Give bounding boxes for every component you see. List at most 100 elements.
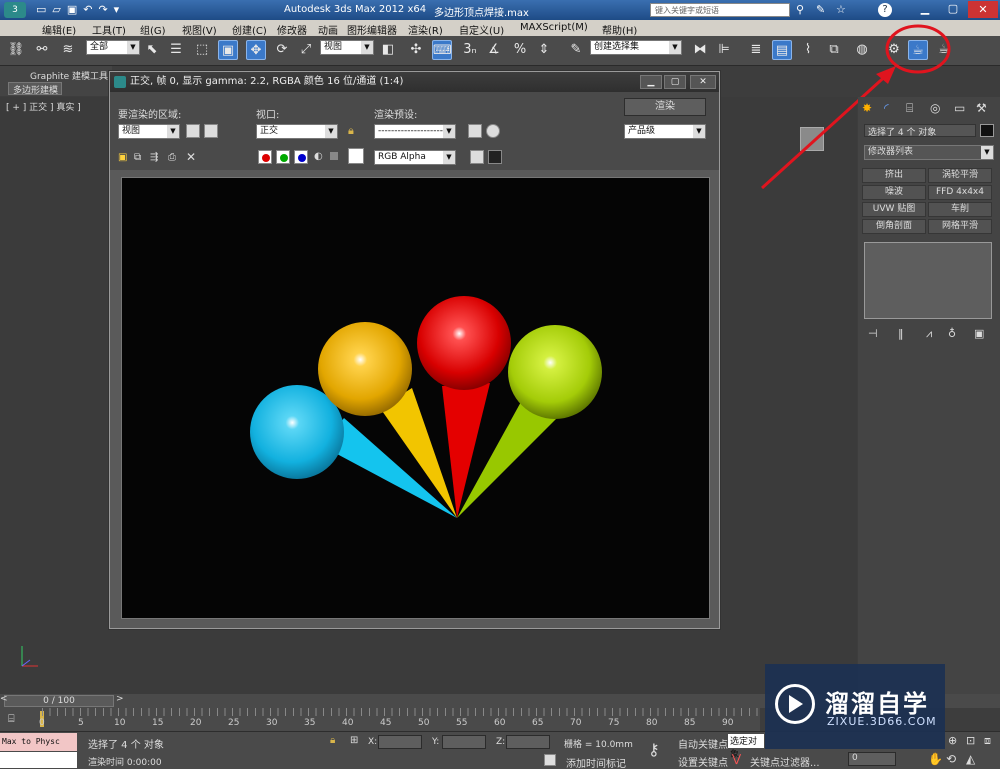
menu-tools[interactable]: 工具(T) (92, 22, 126, 37)
select-by-name-icon[interactable]: ☰ (166, 40, 186, 60)
menu-help[interactable]: 帮助(H) (602, 22, 637, 37)
maxscript-listener[interactable]: Max to Physc (0, 733, 77, 751)
move-icon[interactable]: ✥ (246, 40, 266, 60)
select-manipulate-icon[interactable]: ✣ (406, 40, 426, 60)
edit-named-sel-icon[interactable]: ✎ (566, 40, 586, 60)
rw-minimize-button[interactable]: ▁ (640, 75, 662, 89)
rw-maximize-button[interactable]: ▢ (664, 75, 686, 89)
object-color-swatch[interactable] (980, 124, 994, 137)
scale-icon[interactable]: ⤢ (296, 40, 316, 60)
menu-modifiers[interactable]: 修改器 (277, 22, 307, 37)
hierarchy-tab-icon[interactable]: ⌸ (906, 101, 913, 116)
preset-dropdown[interactable]: -------------------- ▼ (374, 124, 456, 139)
frame-field[interactable]: 0 (848, 752, 896, 766)
menu-edit[interactable]: 编辑(E) (42, 22, 76, 37)
utilities-tab-icon[interactable]: ⚒ (976, 101, 987, 115)
viewport-label[interactable]: [ + ] 正交 ] 真实 ] (6, 100, 81, 113)
key-mode-icon[interactable]: ⋁ (732, 752, 741, 765)
render-button[interactable]: 渲染 (624, 98, 706, 116)
minimize-button[interactable]: ▁ (912, 2, 938, 18)
unlink-icon[interactable]: ⚯ (32, 40, 52, 60)
time-tag-icon[interactable] (544, 754, 556, 766)
edit-region-icon[interactable] (186, 124, 200, 138)
absolute-mode-icon[interactable]: ⊞ (350, 735, 358, 746)
menu-maxscript[interactable]: MAXScript(M) (520, 22, 588, 33)
tools-icon[interactable]: ✎ (816, 3, 825, 16)
zoom-icon[interactable]: ⊕ (948, 734, 957, 747)
ribbon-tab-graphite[interactable]: Graphite 建模工具 (30, 69, 108, 82)
y-coord-field[interactable] (442, 735, 486, 749)
search-input[interactable]: 键入关键字或短语 (650, 3, 790, 17)
close-button[interactable]: ✕ (968, 1, 998, 18)
mirror-icon[interactable]: ⧓ (690, 40, 710, 60)
lock-icon[interactable]: 🔒︎ (348, 124, 354, 138)
auto-region-icon[interactable] (204, 124, 218, 138)
lathe-button[interactable]: 车削 (928, 202, 992, 217)
pin-stack-icon[interactable]: ⊣ (868, 327, 878, 340)
rw-close-button[interactable]: ✕ (690, 75, 716, 89)
uvw-map-button[interactable]: UVW 贴图 (862, 202, 926, 217)
selection-filter-dropdown[interactable]: 全部 ▼ (86, 40, 140, 55)
modifier-list-dropdown[interactable]: 修改器列表 ▼ (864, 145, 994, 160)
ffd-button[interactable]: FFD 4x4x4 (928, 185, 992, 200)
menu-rendering[interactable]: 渲染(R) (408, 22, 443, 37)
ribbon-sub-tab[interactable]: 多边形建模 (8, 82, 62, 96)
swatch-white[interactable] (348, 148, 364, 164)
green-channel-toggle[interactable] (276, 150, 290, 164)
menu-customize[interactable]: 自定义(U) (459, 22, 504, 37)
help-icon[interactable]: ? (878, 3, 892, 17)
pan-icon[interactable]: ✋ (928, 752, 943, 766)
select-object-icon[interactable]: ⬉ (142, 40, 162, 60)
angle-snap-icon[interactable]: ∡ (484, 40, 504, 60)
clear-icon[interactable]: ✕ (186, 150, 196, 164)
channel-dropdown[interactable]: RGB Alpha ▼ (374, 150, 456, 165)
menu-view[interactable]: 视图(V) (182, 22, 217, 37)
create-tab-icon[interactable]: ✸ (862, 101, 872, 115)
window-crossing-icon[interactable]: ▣ (218, 40, 238, 60)
display-tab-icon[interactable]: ▭ (954, 101, 965, 115)
app-logo-icon[interactable]: 3 (4, 2, 26, 18)
zoom-extents-icon[interactable]: ⊡ (966, 734, 975, 747)
rotate-icon[interactable]: ⟳ (272, 40, 292, 60)
extrude-button[interactable]: 挤出 (862, 168, 926, 183)
env-effects-icon[interactable] (486, 124, 500, 138)
key-filter-button[interactable]: 关键点过滤器... (750, 754, 820, 769)
add-time-tag[interactable]: 添加时间标记 (566, 755, 626, 769)
rect-region-icon[interactable]: ⬚ (192, 40, 212, 60)
viewport-dropdown[interactable]: 正交 ▼ (256, 124, 338, 139)
configure-sets-icon[interactable]: ▣ (974, 327, 984, 340)
auto-key-label[interactable]: 自动关键点 (678, 736, 728, 751)
selection-lock-icon[interactable]: 🔒︎ (330, 735, 335, 746)
noise-button[interactable]: 噪波 (862, 185, 926, 200)
modify-tab-icon[interactable]: ◜ (884, 101, 889, 115)
quality-dropdown[interactable]: 产品级 ▼ (624, 124, 706, 139)
render-setup-small-icon[interactable] (468, 124, 482, 138)
copy-image-icon[interactable]: ⧉ (134, 152, 141, 163)
snap-3d-icon[interactable]: 3ₙ (460, 40, 480, 60)
red-channel-toggle[interactable] (258, 150, 272, 164)
menu-graph-editors[interactable]: 图形编辑器 (347, 22, 397, 37)
menu-animation[interactable]: 动画 (318, 22, 338, 37)
percent-snap-icon[interactable]: % (510, 40, 530, 60)
key-icon[interactable]: ⚷ (648, 740, 660, 759)
maxscript-output[interactable] (0, 752, 77, 768)
star-icon[interactable]: ☆ (836, 3, 846, 16)
named-selection-dropdown[interactable]: 创建选择集 ▼ (590, 40, 682, 55)
info-panel-icon[interactable] (488, 150, 502, 164)
next-arrow-icon[interactable]: > (116, 694, 124, 704)
remove-modifier-icon[interactable]: ♁ (948, 327, 956, 340)
timeline-ruler[interactable]: ⌸ 0 5 10 15 20 25 30 35 40 45 50 55 60 6… (0, 708, 760, 731)
menu-create[interactable]: 创建(C) (232, 22, 267, 37)
search-icon[interactable]: ⚲ (796, 3, 804, 16)
reference-coord-dropdown[interactable]: 视图 ▼ (320, 40, 374, 55)
x-coord-field[interactable] (378, 735, 422, 749)
maximize-viewport-icon[interactable]: ⧈ (984, 734, 991, 748)
alpha-toggle-icon[interactable]: ◐ (314, 151, 323, 162)
selection-name-field[interactable]: 选择了 4 个 对象 (864, 124, 976, 138)
bind-space-warp-icon[interactable]: ≋ (58, 40, 78, 60)
display-toggle-icon[interactable] (470, 150, 484, 164)
align-icon[interactable]: ⊫ (714, 40, 734, 60)
turbosmooth-button[interactable]: 涡轮平滑 (928, 168, 992, 183)
show-end-icon[interactable]: ‖ (898, 327, 904, 340)
prev-arrow-icon[interactable]: < (0, 694, 8, 704)
